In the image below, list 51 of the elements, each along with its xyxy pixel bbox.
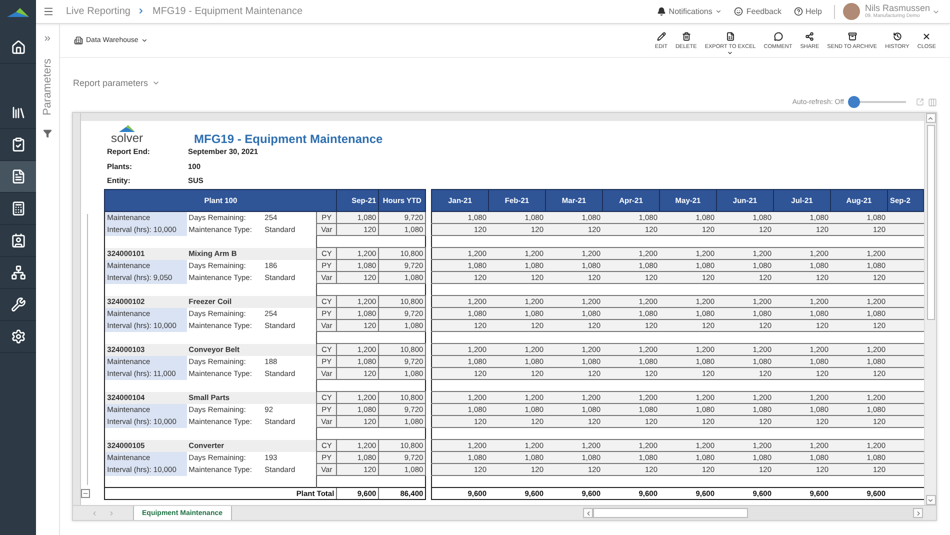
library-icon: [10, 105, 26, 120]
scroll-right-button[interactable]: [913, 508, 923, 518]
collapse-button[interactable]: [81, 489, 90, 498]
header-link[interactable]: Help: [794, 7, 822, 16]
home-icon: [10, 40, 26, 55]
calculator-icon: [10, 201, 26, 216]
scrollbar-thumb[interactable]: [593, 508, 748, 518]
pencil-icon: [656, 32, 666, 40]
help-icon: [794, 7, 803, 16]
nav-button[interactable]: [0, 161, 36, 193]
minus-icon: [82, 490, 90, 497]
scroll-down-button[interactable]: [926, 495, 936, 505]
caret-icon: [152, 79, 160, 87]
caret-icon: [715, 8, 722, 15]
avatar: [842, 3, 860, 20]
trash-icon: [682, 32, 691, 40]
chevron-icon: [137, 6, 146, 14]
history-icon: [892, 32, 902, 40]
clipboard-icon: [10, 137, 26, 152]
contact-icon: [10, 233, 26, 248]
expand-icon[interactable]: [43, 34, 52, 43]
caret-icon: [141, 37, 148, 44]
close-icon: [922, 32, 932, 40]
caret-icon: [727, 50, 734, 56]
network-icon: [10, 265, 26, 280]
smile-icon: [734, 7, 744, 16]
logo-icon: [7, 8, 29, 18]
header-link[interactable]: Feedback: [734, 7, 782, 16]
breadcrumb-link[interactable]: MFG19 - Equipment Maintenance: [152, 6, 303, 17]
scrollbar-thumb[interactable]: [926, 125, 934, 320]
scroll-up-button[interactable]: [926, 113, 936, 123]
building-icon: [74, 36, 83, 45]
filter-icon[interactable]: [43, 129, 52, 138]
logo-mark-icon: [119, 125, 135, 132]
menu-icon[interactable]: [43, 6, 54, 17]
wrench-icon: [10, 297, 26, 312]
solver-logo: solver: [107, 125, 147, 146]
report-title: MFG19 - Equipment Maintenance: [193, 132, 384, 146]
bell-icon: [656, 7, 666, 16]
comment-icon: [774, 32, 782, 40]
settings-icon: [10, 329, 26, 344]
breadcrumb-link[interactable]: Live Reporting: [66, 6, 130, 17]
spreadsheet-icon: [726, 32, 735, 40]
report-parameters-toggle[interactable]: Report parameters: [73, 78, 937, 88]
document-icon: [10, 169, 26, 184]
share-icon: [805, 32, 814, 40]
header-link[interactable]: Notifications: [656, 7, 722, 16]
panel-title[interactable]: Parameters: [42, 58, 54, 116]
archive-icon: [848, 32, 857, 40]
user-name: Nils Rasmussen: [864, 4, 930, 13]
scroll-left-button[interactable]: [583, 508, 593, 518]
